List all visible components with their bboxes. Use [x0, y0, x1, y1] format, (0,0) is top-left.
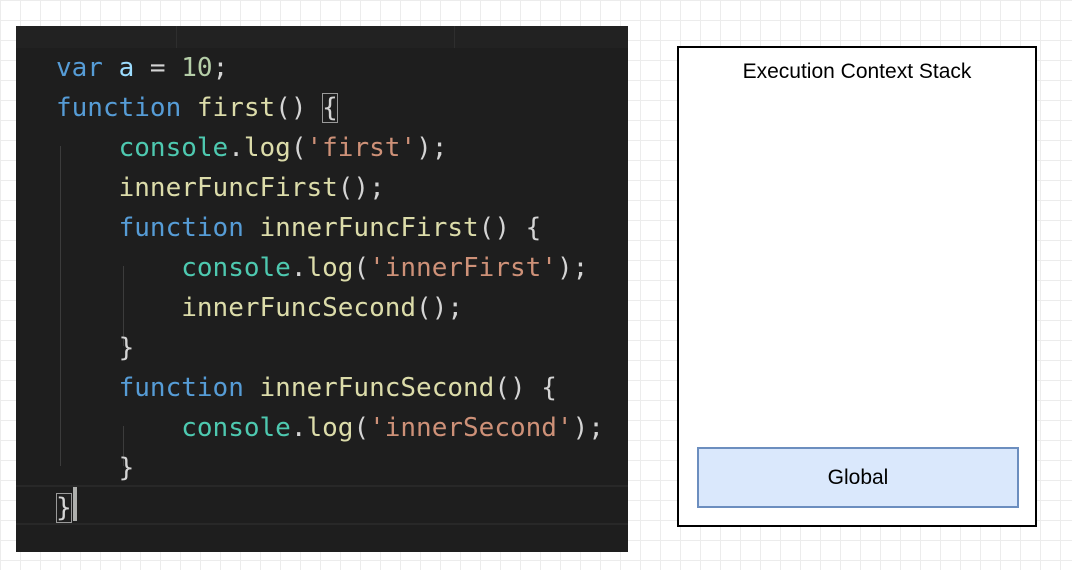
code-line: var a = 10; [56, 48, 228, 88]
code-token: log [306, 253, 354, 283]
code-token: . [290, 413, 307, 443]
execution-context-stack: Execution Context Stack Global [677, 46, 1037, 527]
code-token: ( [290, 133, 307, 163]
code-token: 10 [181, 53, 213, 83]
code-token: } [56, 453, 135, 483]
code-token: function [56, 93, 182, 123]
code-token: ( [353, 253, 370, 283]
code-token: () { [478, 213, 542, 243]
code-line: innerFuncSecond(); [56, 288, 463, 328]
code-line: function innerFuncSecond() { [56, 368, 557, 408]
code-token: innerFuncFirst [118, 173, 338, 203]
code-token: ( [353, 413, 370, 443]
code-token: (); [416, 293, 464, 323]
code-content[interactable]: var a = 10; function first() { console.lo… [16, 26, 628, 552]
code-token: var [56, 53, 103, 83]
code-token: 'first' [306, 133, 417, 163]
code-token: function [118, 373, 244, 403]
code-token: = [134, 53, 182, 83]
code-line: function innerFuncFirst() { [56, 208, 542, 248]
code-token: ; [212, 53, 229, 83]
code-token: () { [494, 373, 557, 403]
code-token: } [56, 333, 135, 363]
code-token: 'innerSecond' [369, 413, 573, 443]
code-token: innerFuncSecond [259, 373, 495, 403]
code-token: ); [416, 133, 448, 163]
code-token: log [306, 413, 354, 443]
code-token: . [228, 133, 244, 163]
stack-title: Execution Context Stack [742, 60, 972, 83]
code-token: a [118, 53, 135, 83]
code-line: console.log('innerSecond'); [56, 408, 604, 448]
code-token: 'innerFirst' [369, 253, 557, 283]
code-token: first [196, 93, 276, 123]
code-token: } [56, 493, 72, 523]
text-cursor [73, 487, 77, 521]
code-token: ); [572, 413, 604, 443]
code-line: innerFuncFirst(); [56, 168, 385, 208]
code-token: () [275, 93, 323, 123]
code-line: function first() { [56, 88, 338, 128]
code-line: console.log('first'); [56, 128, 448, 168]
code-token: log [243, 133, 291, 163]
code-token: innerFuncFirst [259, 213, 479, 243]
code-token: innerFuncSecond [181, 293, 417, 323]
code-token: console [181, 413, 291, 443]
code-line: } [56, 488, 72, 528]
code-token: console [118, 133, 229, 163]
code-line: console.log('innerFirst'); [56, 248, 588, 288]
code-line: } [56, 448, 135, 488]
code-token: (); [337, 173, 385, 203]
stack-frame-global: Global [697, 447, 1019, 508]
code-line: } [56, 328, 135, 368]
code-token: ); [556, 253, 589, 283]
code-token: . [290, 253, 307, 283]
code-token: function [118, 213, 244, 243]
code-token: console [181, 253, 291, 283]
code-token: { [322, 93, 338, 123]
code-editor: var a = 10; function first() { console.lo… [16, 26, 628, 552]
